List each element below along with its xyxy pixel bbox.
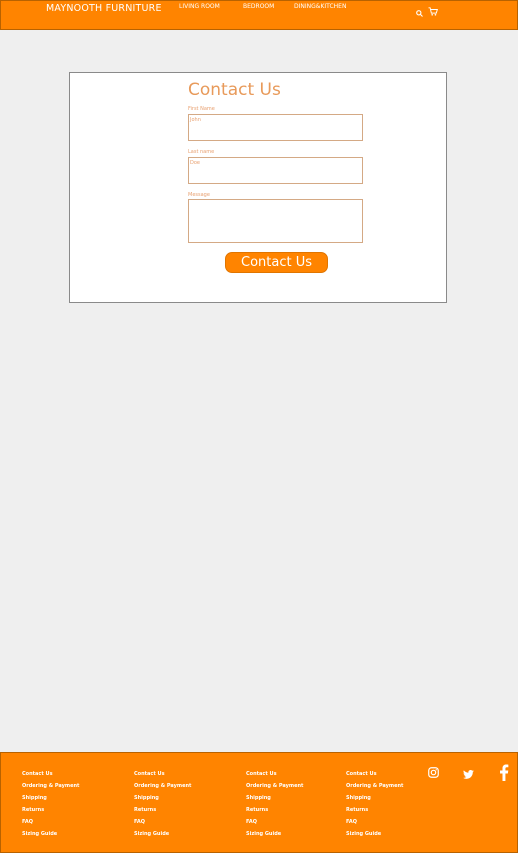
facebook-icon[interactable]	[499, 764, 509, 786]
site-footer: Contact Us Ordering & Payment Shipping R…	[0, 752, 518, 853]
footer-link-faq[interactable]: FAQ	[346, 816, 403, 828]
footer-link-contact[interactable]: Contact Us	[134, 768, 191, 780]
footer-link-shipping[interactable]: Shipping	[346, 792, 403, 804]
footer-link-sizing[interactable]: Sizing Guide	[134, 828, 191, 840]
cart-icon[interactable]	[428, 3, 438, 21]
footer-link-faq[interactable]: FAQ	[246, 816, 303, 828]
contact-card: Contact Us First Name John Last name Doe…	[69, 72, 447, 303]
footer-link-returns[interactable]: Returns	[346, 804, 403, 816]
footer-link-shipping[interactable]: Shipping	[246, 792, 303, 804]
footer-link-sizing[interactable]: Sizing Guide	[22, 828, 79, 840]
first-name-field[interactable]: John	[188, 114, 363, 141]
footer-link-ordering[interactable]: Ordering & Payment	[246, 780, 303, 792]
footer-link-sizing[interactable]: Sizing Guide	[346, 828, 403, 840]
footer-column: Contact Us Ordering & Payment Shipping R…	[246, 768, 303, 840]
first-name-label: First Name	[188, 106, 215, 112]
nav-dining-kitchen[interactable]: DINING&KITCHEN	[294, 3, 346, 10]
footer-link-returns[interactable]: Returns	[22, 804, 79, 816]
footer-link-shipping[interactable]: Shipping	[22, 792, 79, 804]
last-name-field[interactable]: Doe	[188, 157, 363, 184]
footer-link-faq[interactable]: FAQ	[134, 816, 191, 828]
footer-column: Contact Us Ordering & Payment Shipping R…	[134, 768, 191, 840]
footer-link-returns[interactable]: Returns	[134, 804, 191, 816]
contact-submit-button[interactable]: Contact Us	[225, 252, 328, 273]
footer-link-ordering[interactable]: Ordering & Payment	[346, 780, 403, 792]
nav-living-room[interactable]: LIVING ROOM	[179, 3, 220, 10]
search-icon[interactable]	[416, 4, 423, 22]
brand-logo[interactable]: MAYNOOTH FURNITURE	[46, 3, 162, 14]
footer-column: Contact Us Ordering & Payment Shipping R…	[346, 768, 403, 840]
instagram-icon[interactable]	[428, 765, 439, 783]
footer-link-ordering[interactable]: Ordering & Payment	[134, 780, 191, 792]
site-header: MAYNOOTH FURNITURE LIVING ROOM BEDROOM D…	[0, 0, 518, 30]
message-field[interactable]	[188, 199, 363, 243]
footer-link-ordering[interactable]: Ordering & Payment	[22, 780, 79, 792]
footer-link-sizing[interactable]: Sizing Guide	[246, 828, 303, 840]
footer-link-contact[interactable]: Contact Us	[246, 768, 303, 780]
footer-link-faq[interactable]: FAQ	[22, 816, 79, 828]
footer-link-contact[interactable]: Contact Us	[22, 768, 79, 780]
footer-link-returns[interactable]: Returns	[246, 804, 303, 816]
last-name-label: Last name	[188, 149, 215, 155]
page-title: Contact Us	[188, 80, 281, 100]
footer-column: Contact Us Ordering & Payment Shipping R…	[22, 768, 79, 840]
footer-link-contact[interactable]: Contact Us	[346, 768, 403, 780]
twitter-icon[interactable]	[463, 766, 474, 784]
footer-link-shipping[interactable]: Shipping	[134, 792, 191, 804]
nav-bedroom[interactable]: BEDROOM	[243, 3, 274, 10]
message-label: Message	[188, 192, 210, 198]
